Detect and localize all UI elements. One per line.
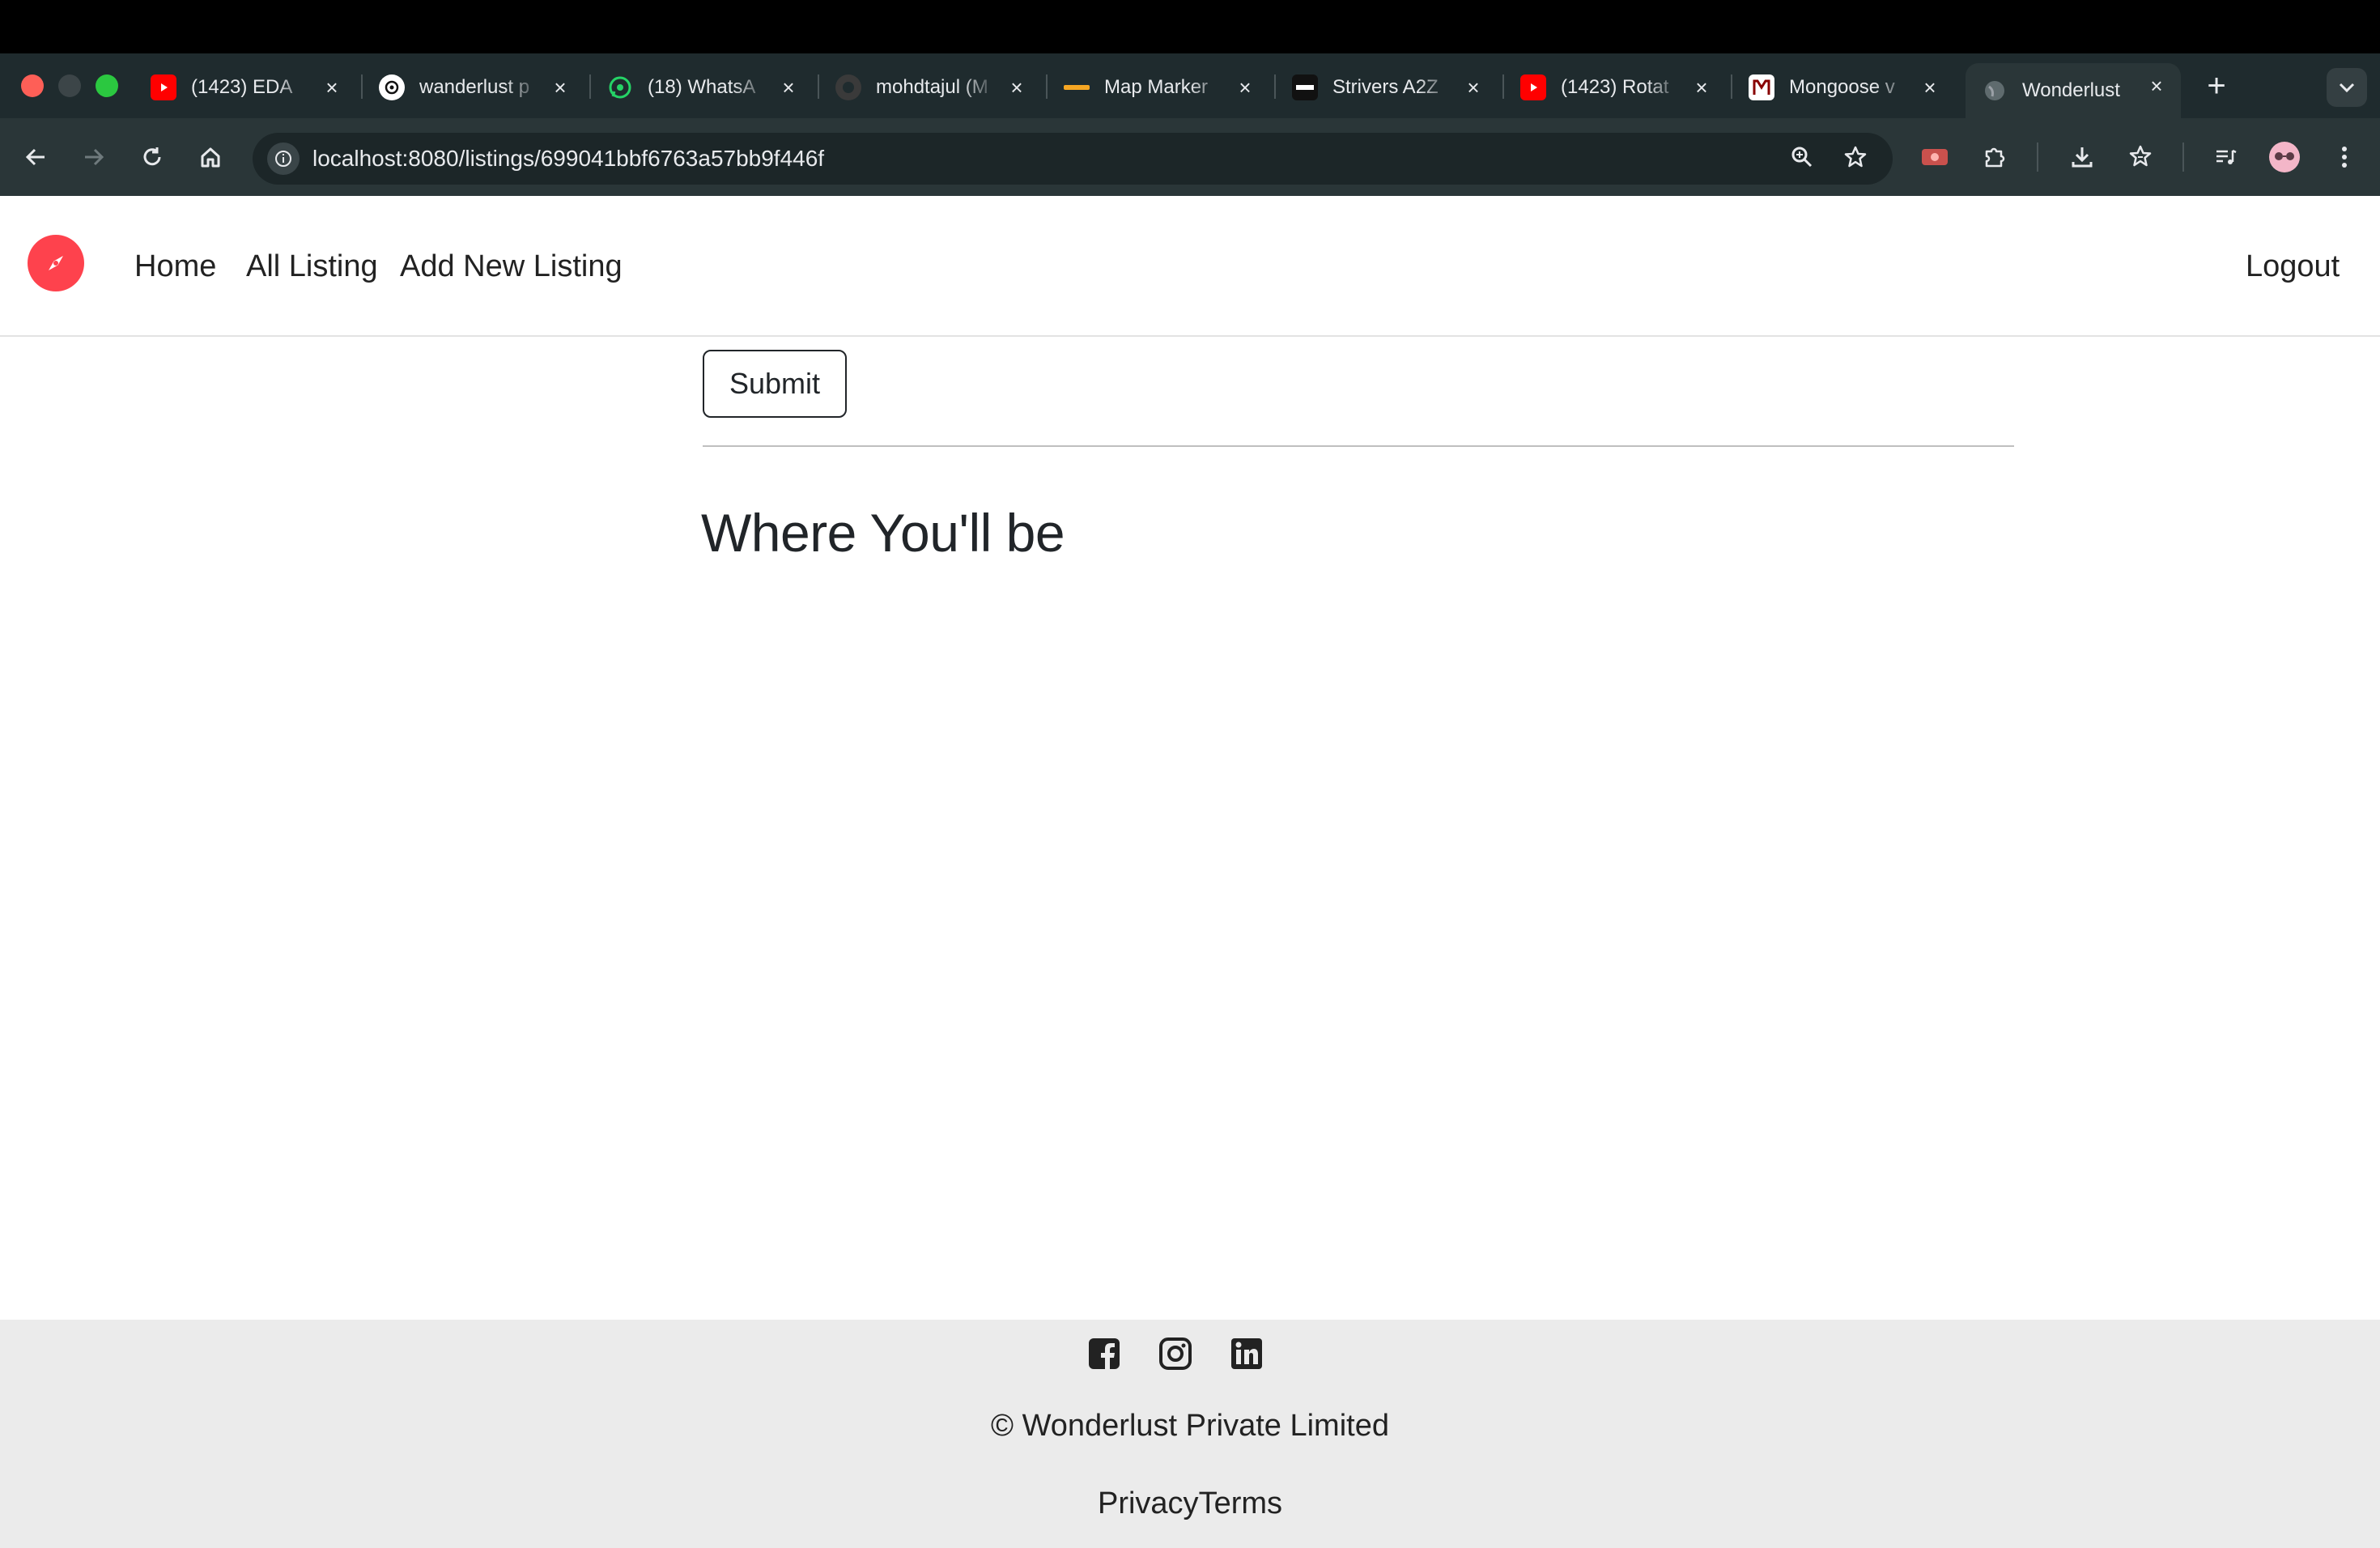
tab-separator: [1502, 74, 1504, 99]
browser-tab[interactable]: (18) WhatsA ×: [607, 65, 801, 110]
tab-close-icon[interactable]: ×: [547, 74, 573, 100]
tab-close-icon[interactable]: ×: [776, 74, 801, 100]
forward-button[interactable]: [76, 139, 112, 175]
tab-title: wanderlust p: [419, 76, 530, 98]
tab-close-icon[interactable]: ×: [1917, 74, 1943, 100]
arrow-right-icon: [85, 148, 104, 166]
bookmark-star-icon[interactable]: [1838, 139, 1873, 175]
tab-close-icon[interactable]: ×: [1232, 74, 1258, 100]
media-control-icon[interactable]: [2208, 139, 2244, 175]
window-close-button[interactable]: [21, 74, 44, 97]
youtube-icon: [151, 74, 176, 100]
tab-separator: [589, 74, 591, 99]
browser-tab[interactable]: wanderlust p ×: [379, 65, 573, 110]
chatgpt-icon: [379, 74, 405, 100]
home-icon: [201, 147, 220, 168]
tab-close-icon[interactable]: ×: [1460, 74, 1486, 100]
site-info-icon[interactable]: [267, 142, 300, 175]
section-divider: [703, 445, 2014, 447]
home-button[interactable]: [193, 139, 228, 175]
reading-list-star-icon[interactable]: [2123, 139, 2158, 175]
screen-top-bar: [0, 0, 2380, 53]
tab-title: mohdtajul (M: [876, 76, 988, 98]
tab-close-icon[interactable]: ×: [319, 74, 345, 100]
tab-title: (18) WhatsA: [648, 76, 756, 98]
tab-title: Mongoose v: [1789, 76, 1895, 98]
compass-icon[interactable]: [28, 235, 84, 291]
download-icon[interactable]: [2064, 139, 2100, 175]
browser-tab[interactable]: Map Marker ×: [1064, 65, 1258, 110]
url-text[interactable]: localhost:8080/listings/699041bbf6763a57…: [312, 142, 824, 175]
puzzle-icon[interactable]: [1977, 139, 2012, 175]
zoom-icon[interactable]: [1784, 139, 1820, 175]
nav-link-logout[interactable]: Logout: [2246, 246, 2340, 287]
tab-separator: [1731, 74, 1732, 99]
facebook-icon[interactable]: [1088, 1337, 1120, 1370]
browser-tab[interactable]: (1423) EDA ×: [151, 65, 345, 110]
window-minimize-button[interactable]: [58, 74, 81, 97]
tab-title: (1423) Rotat: [1561, 76, 1669, 98]
tuf-icon: [1292, 74, 1318, 100]
github-icon: [835, 74, 861, 100]
reload-icon: [143, 147, 161, 166]
window-zoom-button[interactable]: [96, 74, 118, 97]
toolbar-separator: [2182, 142, 2184, 172]
linkedin-icon[interactable]: [1230, 1337, 1263, 1370]
nav-link-add-new-listing[interactable]: Add New Listing: [400, 246, 623, 287]
instagram-icon[interactable]: [1159, 1337, 1192, 1370]
tab-title: Map Marker: [1104, 76, 1209, 98]
tab-separator: [1046, 74, 1048, 99]
coursera-icon: [1064, 74, 1090, 100]
browser-tab[interactable]: mohdtajul (M ×: [835, 65, 1030, 110]
mongoose-icon: [1749, 74, 1774, 100]
nav-link-all-listing[interactable]: All Listing: [246, 246, 378, 287]
youtube-icon: [1520, 74, 1546, 100]
footer-link-privacy[interactable]: Privacy: [1098, 1486, 1199, 1520]
footer-copyright: © Wonderlust Private Limited: [991, 1409, 1389, 1443]
footer-links: PrivacyTerms: [0, 1486, 2380, 1521]
tab-separator: [818, 74, 819, 99]
browser-tab-active[interactable]: Wonderlust ×: [1966, 63, 2181, 118]
profile-avatar[interactable]: [2267, 139, 2302, 175]
toolbar-separator: [2037, 142, 2038, 172]
browser-tab[interactable]: Strivers A2Z ×: [1292, 65, 1486, 110]
tab-close-icon[interactable]: ×: [2144, 73, 2170, 99]
reload-button[interactable]: [134, 139, 170, 175]
tab-title: Strivers A2Z: [1332, 76, 1439, 98]
tab-title: Wonderlust: [2022, 79, 2120, 101]
tab-search-button[interactable]: [2327, 68, 2367, 107]
nav-link-home[interactable]: Home: [134, 246, 216, 287]
tab-separator: [361, 74, 363, 99]
footer-link-terms[interactable]: Terms: [1199, 1486, 1282, 1520]
globe-icon: [1982, 78, 2008, 104]
arrow-left-icon: [25, 148, 45, 166]
browser-tab[interactable]: Mongoose v ×: [1749, 65, 1943, 110]
submit-button[interactable]: Submit: [703, 350, 847, 418]
tab-close-icon[interactable]: ×: [1689, 74, 1715, 100]
tab-title: (1423) EDA: [191, 76, 293, 98]
whatsapp-icon: [607, 74, 633, 100]
section-heading: Where You'll be: [701, 503, 1065, 563]
browser-menu-icon[interactable]: [2327, 139, 2362, 175]
new-tab-button[interactable]: +: [2199, 70, 2234, 105]
chevron-down-icon: [2339, 83, 2355, 93]
tab-separator: [1274, 74, 1276, 99]
browser-tab[interactable]: (1423) Rotat ×: [1520, 65, 1715, 110]
tab-close-icon[interactable]: ×: [1004, 74, 1030, 100]
back-button[interactable]: [18, 139, 53, 175]
extension-badge-icon[interactable]: [1917, 139, 1953, 175]
